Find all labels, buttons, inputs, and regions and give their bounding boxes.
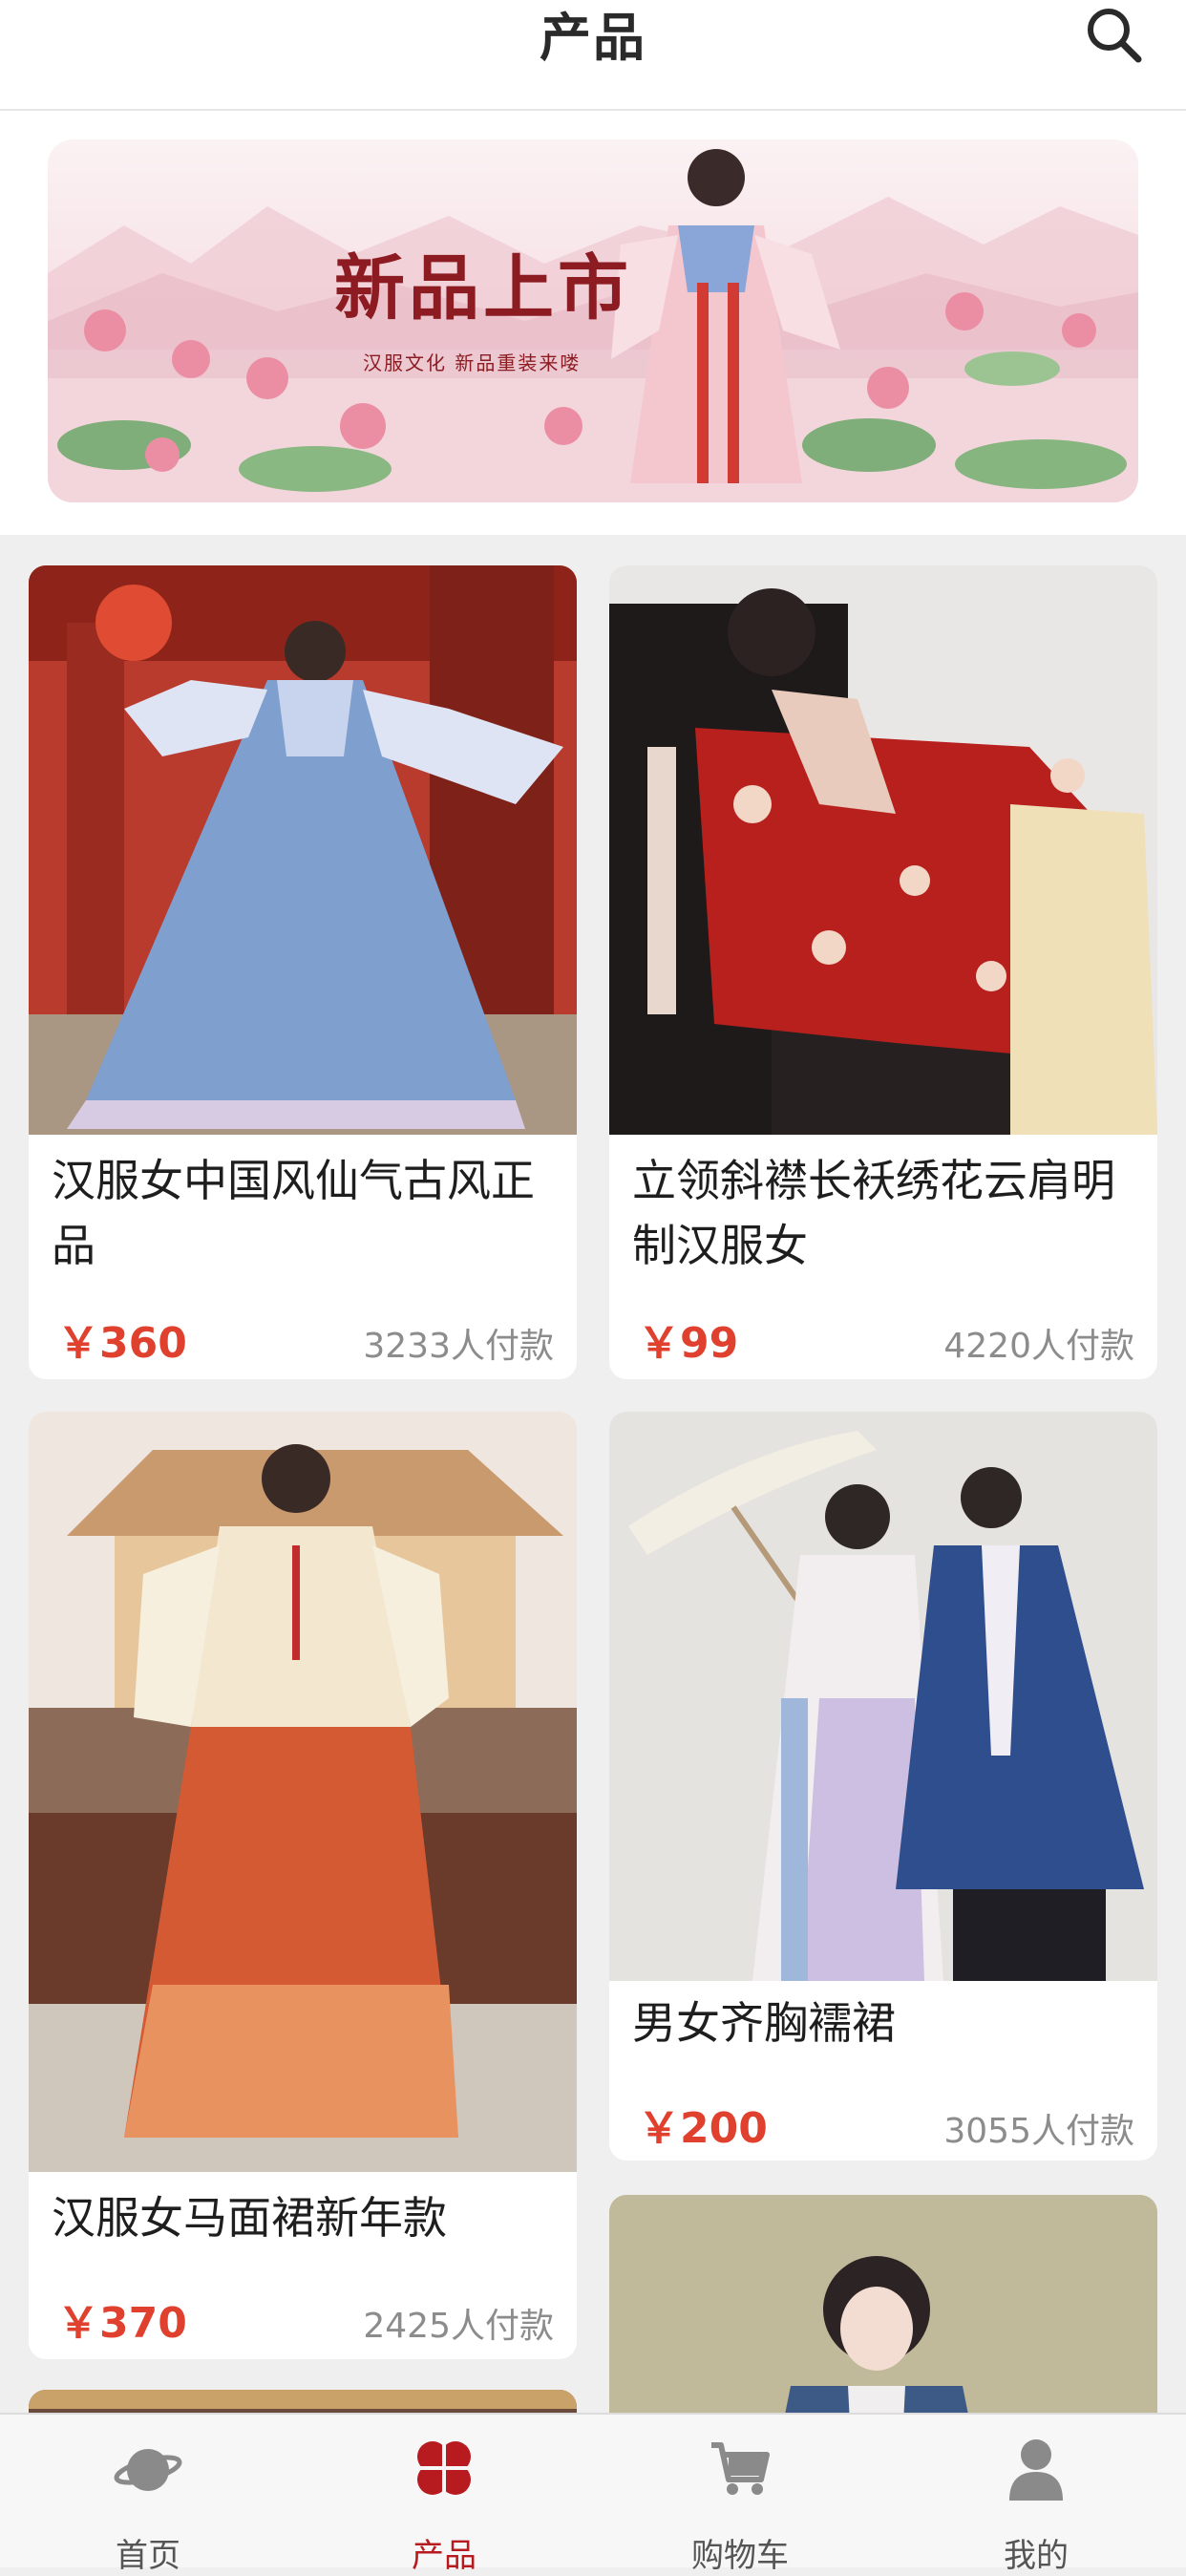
product-sales: 3055人付款 bbox=[943, 2112, 1134, 2151]
product-card[interactable]: 男女齐胸襦裙 ￥200 3055人付款 bbox=[609, 1412, 1157, 2161]
product-name: 立领斜襟长袄绣花云肩明制汉服女 bbox=[632, 1155, 1115, 1271]
nav-label: 首页 bbox=[116, 2537, 180, 2575]
planet-icon bbox=[114, 2449, 182, 2491]
nav-label: 产品 bbox=[412, 2537, 477, 2575]
product-image bbox=[29, 565, 577, 1135]
product-image bbox=[609, 565, 1157, 1135]
product-card[interactable] bbox=[29, 2390, 577, 2413]
product-name: 男女齐胸襦裙 bbox=[632, 1997, 896, 2049]
nav-me[interactable]: 我的 bbox=[888, 2415, 1184, 2575]
product-sales: 3233人付款 bbox=[363, 1327, 554, 1366]
product-sales: 2425人付款 bbox=[363, 2307, 554, 2346]
product-price: ￥99 bbox=[638, 1319, 739, 1368]
cart-icon bbox=[711, 2442, 770, 2495]
nav-cart[interactable]: 购物车 bbox=[592, 2415, 888, 2575]
search-icon bbox=[1088, 9, 1142, 63]
banner-title: 新品上市 bbox=[334, 247, 632, 330]
product-image bbox=[29, 1412, 577, 2172]
nav-label: 我的 bbox=[1004, 2537, 1069, 2575]
product-name: 汉服女中国风仙气古风正品 bbox=[52, 1155, 535, 1271]
page-title: 产品 bbox=[540, 8, 646, 68]
product-card[interactable]: 汉服女中国风仙气古风正品 ￥360 3233人付款 bbox=[29, 565, 577, 1379]
product-image bbox=[29, 2390, 577, 2413]
banner-subtitle: 汉服文化 新品重装来喽 bbox=[363, 351, 582, 374]
product-card[interactable]: 汉服女马面裙新年款 ￥370 2425人付款 bbox=[29, 1412, 577, 2359]
search-button[interactable] bbox=[1081, 2, 1148, 69]
clover-icon bbox=[415, 2439, 473, 2497]
product-price: ￥200 bbox=[638, 2104, 768, 2153]
bottom-nav: 首页 产品 购物车 我的 bbox=[0, 2413, 1186, 2575]
product-name: 汉服女马面裙新年款 bbox=[52, 2192, 447, 2244]
top-header: 产品 bbox=[0, 0, 1186, 111]
promo-banner[interactable]: 新品上市 汉服文化 新品重装来喽 bbox=[48, 139, 1138, 502]
nav-products[interactable]: 产品 bbox=[296, 2415, 592, 2575]
product-sales: 4220人付款 bbox=[943, 1327, 1134, 1366]
person-icon bbox=[1009, 2439, 1063, 2501]
product-price: ￥360 bbox=[57, 1319, 187, 1368]
nav-home[interactable]: 首页 bbox=[0, 2415, 296, 2575]
product-card[interactable]: 立领斜襟长袄绣花云肩明制汉服女 ￥99 4220人付款 bbox=[609, 565, 1157, 1379]
product-card[interactable] bbox=[609, 2195, 1157, 2413]
product-price: ￥370 bbox=[57, 2299, 187, 2348]
nav-label: 购物车 bbox=[691, 2537, 789, 2575]
product-image bbox=[609, 1412, 1157, 1981]
product-grid: 汉服女中国风仙气古风正品 ￥360 3233人付款 立领斜襟长袄绣花云肩明制汉服… bbox=[0, 535, 1186, 2413]
product-image bbox=[609, 2195, 1157, 2413]
banner-section: 新品上市 汉服文化 新品重装来喽 bbox=[0, 111, 1186, 535]
